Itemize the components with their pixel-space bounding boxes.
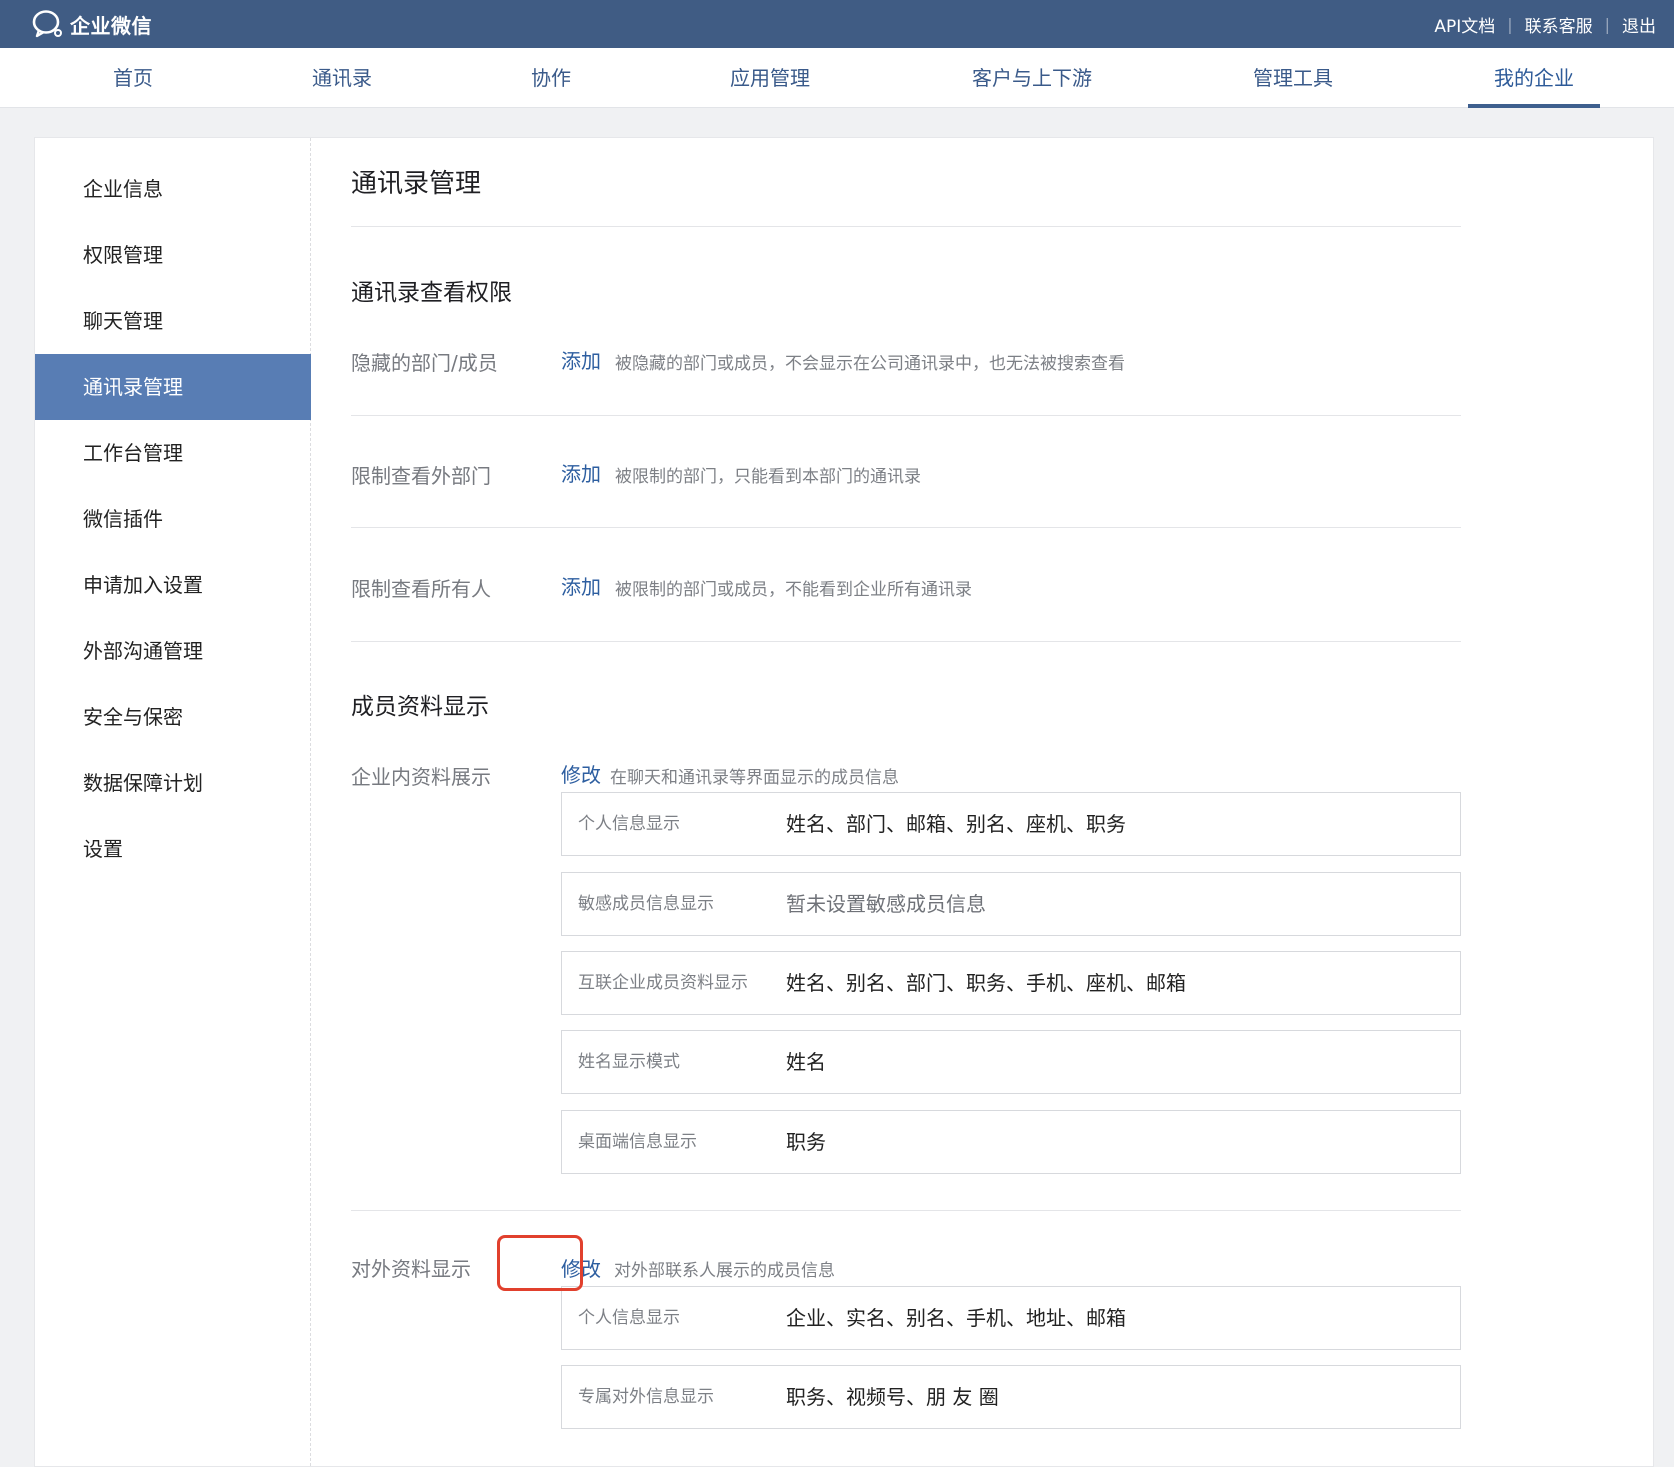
logo[interactable]: 企业微信 — [32, 8, 152, 40]
divider — [351, 226, 1461, 227]
sidebar-item-chat-management[interactable]: 聊天管理 — [35, 288, 311, 354]
info-box-external-exclusive-info: 专属对外信息显示 职务、视频号、朋 友 圈 — [561, 1365, 1461, 1429]
sidebar-item-contacts-management[interactable]: 通讯录管理 — [35, 354, 311, 420]
add-hidden-members-button[interactable]: 添加 — [561, 345, 601, 374]
contact-support-link[interactable]: 联系客服 — [1525, 12, 1593, 37]
api-docs-link[interactable]: API文档 — [1434, 12, 1495, 37]
divider — [351, 1210, 1461, 1211]
top-bar: 企业微信 API文档 | 联系客服 | 退出 — [0, 0, 1674, 48]
section-title-view-permission: 通讯录查看权限 — [351, 280, 512, 306]
info-key: 互联企业成员资料显示 — [578, 973, 748, 993]
info-value: 姓名、别名、部门、职务、手机、座机、邮箱 — [786, 971, 1186, 995]
sidebar-item-settings[interactable]: 设置 — [35, 816, 311, 882]
sidebar-item-workbench[interactable]: 工作台管理 — [35, 420, 311, 486]
highlight-box — [497, 1235, 583, 1291]
content-card: 企业信息 权限管理 聊天管理 通讯录管理 工作台管理 微信插件 申请加入设置 外… — [34, 137, 1654, 1467]
row-label-restrict-other-depts: 限制查看外部门 — [351, 464, 491, 488]
nav-tab-my-enterprise[interactable]: 我的企业 — [1468, 48, 1600, 108]
divider — [351, 641, 1461, 642]
sidebar-item-permissions[interactable]: 权限管理 — [35, 222, 311, 288]
add-restrict-other-depts-button[interactable]: 添加 — [561, 458, 601, 487]
wecom-logo-icon — [32, 9, 64, 39]
row-desc-external-profile: 对外部联系人展示的成员信息 — [614, 1261, 835, 1281]
logout-link[interactable]: 退出 — [1622, 12, 1656, 37]
row-label-internal-profile: 企业内资料展示 — [351, 765, 491, 789]
sidebar-item-security[interactable]: 安全与保密 — [35, 684, 311, 750]
row-label-hidden-members: 隐藏的部门/成员 — [351, 351, 498, 375]
nav-tab-app-management[interactable]: 应用管理 — [717, 48, 823, 108]
nav-tab-contacts[interactable]: 通讯录 — [296, 48, 388, 108]
info-box-desktop-display: 桌面端信息显示 职务 — [561, 1110, 1461, 1174]
info-value: 姓名、部门、邮箱、别名、座机、职务 — [786, 812, 1126, 836]
info-key: 桌面端信息显示 — [578, 1132, 697, 1152]
nav-active-indicator — [1468, 104, 1600, 108]
sidebar-item-join-settings[interactable]: 申请加入设置 — [35, 552, 311, 618]
main-nav: 首页 通讯录 协作 应用管理 客户与上下游 管理工具 我的企业 — [0, 48, 1674, 108]
sidebar-item-external-comm[interactable]: 外部沟通管理 — [35, 618, 311, 684]
info-key: 姓名显示模式 — [578, 1052, 680, 1072]
add-restrict-all-button[interactable]: 添加 — [561, 571, 601, 600]
row-desc-internal-profile: 在聊天和通讯录等界面显示的成员信息 — [610, 768, 899, 788]
divider — [351, 527, 1461, 528]
info-value: 职务、视频号、朋 友 圈 — [786, 1385, 999, 1409]
info-key: 专属对外信息显示 — [578, 1387, 714, 1407]
sidebar-item-wechat-plugin[interactable]: 微信插件 — [35, 486, 311, 552]
nav-tab-collaboration[interactable]: 协作 — [511, 48, 591, 108]
sidebar-item-data-protection[interactable]: 数据保障计划 — [35, 750, 311, 816]
info-box-personal-info: 个人信息显示 姓名、部门、邮箱、别名、座机、职务 — [561, 792, 1461, 856]
divider: | — [1507, 14, 1513, 34]
info-box-interconnected-info: 互联企业成员资料显示 姓名、别名、部门、职务、手机、座机、邮箱 — [561, 951, 1461, 1015]
logo-text: 企业微信 — [70, 13, 152, 38]
info-key: 敏感成员信息显示 — [578, 894, 714, 914]
row-label-restrict-all: 限制查看所有人 — [351, 577, 491, 601]
section-title-profile-display: 成员资料显示 — [351, 694, 489, 720]
sidebar: 企业信息 权限管理 聊天管理 通讯录管理 工作台管理 微信插件 申请加入设置 外… — [35, 138, 311, 1466]
page-title: 通讯录管理 — [351, 169, 482, 199]
divider — [351, 415, 1461, 416]
info-value: 暂未设置敏感成员信息 — [786, 892, 986, 916]
info-key: 个人信息显示 — [578, 1308, 680, 1328]
sidebar-item-enterprise-info[interactable]: 企业信息 — [35, 156, 311, 222]
info-box-sensitive-info: 敏感成员信息显示 暂未设置敏感成员信息 — [561, 872, 1461, 936]
row-label-external-profile: 对外资料显示 — [351, 1257, 471, 1281]
divider: | — [1604, 14, 1610, 34]
info-key: 个人信息显示 — [578, 814, 680, 834]
info-value: 职务 — [786, 1130, 826, 1154]
row-desc-hidden-members: 被隐藏的部门或成员，不会显示在公司通讯录中，也无法被搜索查看 — [615, 354, 1125, 374]
nav-tab-home[interactable]: 首页 — [92, 48, 174, 108]
nav-tab-admin-tools[interactable]: 管理工具 — [1240, 48, 1346, 108]
top-links: API文档 | 联系客服 | 退出 — [1434, 0, 1656, 48]
info-value: 企业、实名、别名、手机、地址、邮箱 — [786, 1306, 1126, 1330]
info-box-external-personal-info: 个人信息显示 企业、实名、别名、手机、地址、邮箱 — [561, 1286, 1461, 1350]
row-desc-restrict-other-depts: 被限制的部门，只能看到本部门的通讯录 — [615, 467, 921, 487]
nav-tab-customers[interactable]: 客户与上下游 — [960, 48, 1104, 108]
info-value: 姓名 — [786, 1050, 826, 1074]
edit-internal-profile-button[interactable]: 修改 — [561, 759, 601, 788]
info-box-name-display-mode: 姓名显示模式 姓名 — [561, 1030, 1461, 1094]
row-desc-restrict-all: 被限制的部门或成员，不能看到企业所有通讯录 — [615, 580, 972, 600]
